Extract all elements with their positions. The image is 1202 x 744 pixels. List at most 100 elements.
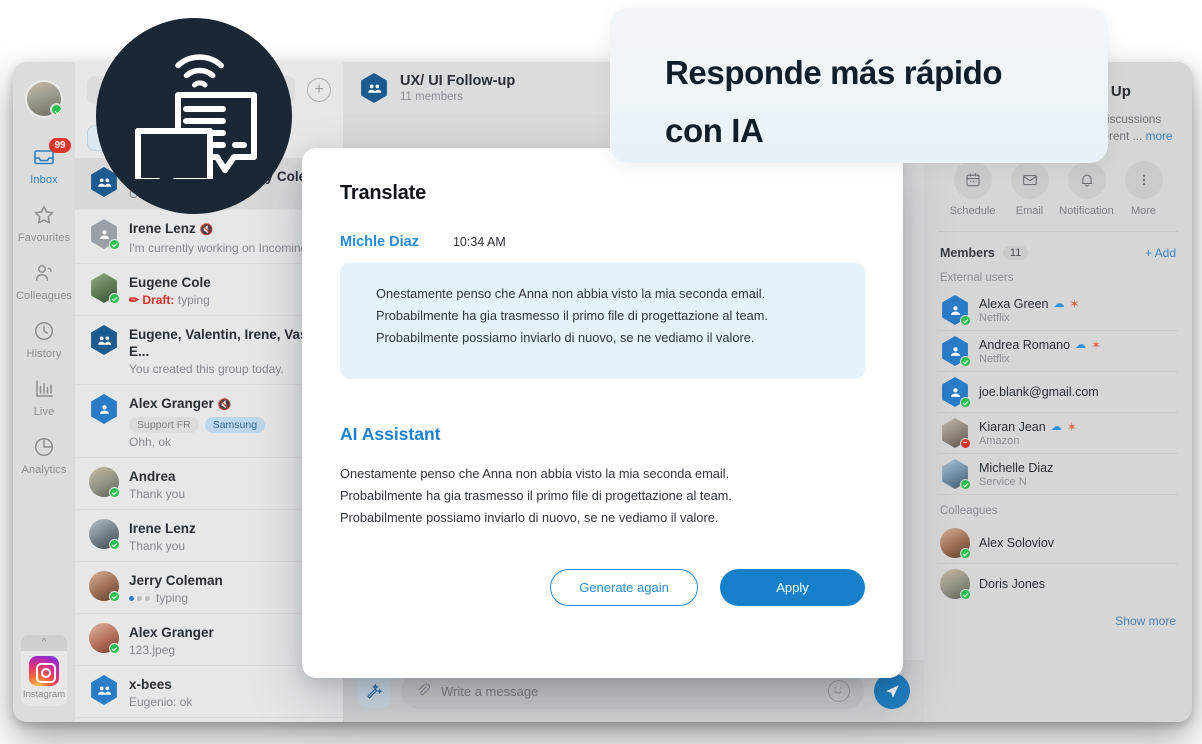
message-input[interactable]: Write a message bbox=[401, 673, 864, 709]
member-org: Netflix bbox=[979, 311, 1010, 324]
smiley-icon[interactable] bbox=[828, 680, 850, 702]
rail-item-live[interactable]: Live bbox=[13, 368, 75, 426]
member-row[interactable]: Andrea Romano ☁ ✶ Netflix bbox=[938, 331, 1178, 372]
online-status-dot bbox=[109, 293, 120, 304]
message-meta: Michle Diaz 10:34 AM bbox=[340, 234, 865, 250]
chat-name-text: Irene Lenz bbox=[129, 221, 196, 236]
online-status-dot bbox=[109, 591, 120, 602]
busy-status-dot bbox=[960, 438, 971, 449]
chat-row[interactable]: Eugenio Patrev Hello bbox=[75, 718, 343, 722]
rail-label-analytics: Analytics bbox=[21, 464, 67, 476]
message-sender[interactable]: Michle Diaz bbox=[340, 234, 419, 250]
user-avatar[interactable] bbox=[25, 80, 63, 118]
generate-again-button[interactable]: Generate again bbox=[550, 569, 698, 606]
chat-preview: Ohh, ok bbox=[129, 435, 172, 449]
member-row[interactable]: Doris Jones bbox=[938, 564, 1178, 604]
member-org: Amazon bbox=[979, 434, 1020, 447]
action-schedule[interactable]: Schedule bbox=[944, 161, 1001, 217]
avatar bbox=[89, 571, 120, 602]
star-icon: ✶ bbox=[1091, 337, 1102, 352]
draft-text: Draft: bbox=[142, 293, 175, 307]
avatar bbox=[89, 467, 120, 498]
people-icon bbox=[13, 261, 75, 285]
source-line: Onestamente penso che Anna non abbia vis… bbox=[376, 286, 766, 301]
headline-line-1: Responde más rápido bbox=[665, 54, 1003, 91]
info-more-link[interactable]: more bbox=[1146, 129, 1173, 143]
chat-name: Eugene Cole bbox=[129, 275, 211, 290]
source-message-bubble: Onestamente penso che Anna non abbia vis… bbox=[340, 263, 865, 379]
apply-button[interactable]: Apply bbox=[720, 569, 865, 606]
message-placeholder: Write a message bbox=[441, 683, 539, 699]
add-member-button[interactable]: + Add bbox=[1145, 246, 1176, 260]
pie-chart-icon bbox=[13, 435, 75, 459]
source-line: Probabilmente possiamo inviarlo di nuovo… bbox=[376, 330, 755, 345]
action-notification[interactable]: Notification bbox=[1058, 161, 1115, 217]
chat-preview: Eugenio: ok bbox=[129, 695, 193, 709]
online-status-dot bbox=[960, 548, 971, 559]
chat-name: Irene Lenz 🔇 bbox=[129, 220, 331, 239]
send-icon[interactable] bbox=[874, 673, 910, 709]
member-name: joe.blank@gmail.com bbox=[979, 385, 1099, 399]
rail-label-colleagues: Colleagues bbox=[15, 290, 73, 302]
action-label: Notification bbox=[1059, 205, 1114, 217]
chat-name: Eugene, Valentin, Irene, Vasyly, E... bbox=[129, 327, 330, 359]
member-row[interactable]: Alexa Green ☁ ✶ Netflix bbox=[938, 290, 1178, 331]
avatar bbox=[89, 623, 120, 654]
new-chat-button[interactable]: + bbox=[307, 78, 331, 102]
rail-label-live: Live bbox=[33, 406, 55, 418]
action-email[interactable]: Email bbox=[1001, 161, 1058, 217]
rail-item-history[interactable]: History bbox=[13, 310, 75, 368]
member-row[interactable]: Michelle Diaz Service N bbox=[938, 454, 1178, 495]
instagram-icon bbox=[29, 656, 59, 686]
member-row[interactable]: joe.blank@gmail.com bbox=[938, 372, 1178, 413]
rail-item-analytics[interactable]: Analytics bbox=[13, 426, 75, 484]
chat-row[interactable]: x-bees Eugenio: ok bbox=[75, 666, 343, 718]
avatar bbox=[940, 377, 971, 408]
paperclip-icon[interactable] bbox=[415, 682, 431, 701]
translate-modal: Translate Michle Diaz 10:34 AM Onestamen… bbox=[302, 148, 903, 678]
cloud-icon: ☁ bbox=[1053, 298, 1065, 310]
chat-preview: Thank you bbox=[129, 539, 186, 553]
avatar bbox=[940, 336, 971, 367]
envelope-icon bbox=[1010, 161, 1049, 199]
chat-preview: Thank you bbox=[129, 487, 186, 501]
typing-indicator-icon bbox=[129, 596, 150, 602]
avatar bbox=[89, 675, 119, 705]
ai-line: Onestamente penso che Anna non abbia vis… bbox=[340, 466, 730, 481]
cloud-icon: ☁ bbox=[1075, 339, 1087, 351]
online-status-dot bbox=[960, 315, 971, 326]
rail-item-favourites[interactable]: Favourites bbox=[13, 194, 75, 252]
headline-line-2: con IA bbox=[665, 112, 764, 149]
chat-preview: ✏ Draft: typing bbox=[129, 293, 331, 307]
rail-item-instagram[interactable]: Instagram bbox=[21, 651, 67, 706]
avatar bbox=[940, 295, 971, 326]
rail-item-inbox[interactable]: Inbox 99 bbox=[13, 136, 75, 194]
member-org: Service N bbox=[979, 475, 1027, 488]
action-more[interactable]: More bbox=[1115, 161, 1172, 217]
member-name-text: Alexa Green bbox=[979, 296, 1049, 311]
member-row[interactable]: Alex Soloviov bbox=[938, 523, 1178, 564]
member-name: Doris Jones bbox=[979, 577, 1045, 591]
collapse-chevron-icon[interactable]: ^ bbox=[21, 635, 67, 651]
rail-item-colleagues[interactable]: Colleagues bbox=[13, 252, 75, 310]
inbox-unread-badge: 99 bbox=[49, 138, 71, 153]
chat-preview: I'm currently working on Incoming mes... bbox=[129, 241, 331, 255]
chat-bubbles-wifi-icon bbox=[96, 18, 292, 214]
online-status-dot bbox=[109, 643, 120, 654]
modal-buttons: Generate again Apply bbox=[340, 569, 865, 606]
external-users-label: External users bbox=[940, 272, 1014, 284]
headline-card: Responde más rápido con IA bbox=[610, 8, 1108, 163]
dots-vertical-icon bbox=[1124, 161, 1163, 199]
ai-magic-icon[interactable] bbox=[357, 674, 391, 708]
ai-assistant-title: AI Assistant bbox=[340, 424, 441, 444]
member-row[interactable]: Kiaran Jean ☁ ✶ Amazon bbox=[938, 413, 1178, 454]
avatar bbox=[89, 519, 120, 550]
show-more-button[interactable]: Show more bbox=[938, 604, 1178, 628]
bell-icon bbox=[1067, 161, 1106, 199]
message-time: 10:34 AM bbox=[452, 235, 506, 249]
avatar bbox=[940, 418, 971, 449]
source-line: Probabilmente ha gia trasmesso il primo … bbox=[376, 308, 768, 323]
ai-line: Probabilmente ha gia trasmesso il primo … bbox=[340, 488, 732, 503]
colleagues-label: Colleagues bbox=[940, 505, 998, 517]
draft-label: ✏ Draft: bbox=[129, 293, 175, 307]
